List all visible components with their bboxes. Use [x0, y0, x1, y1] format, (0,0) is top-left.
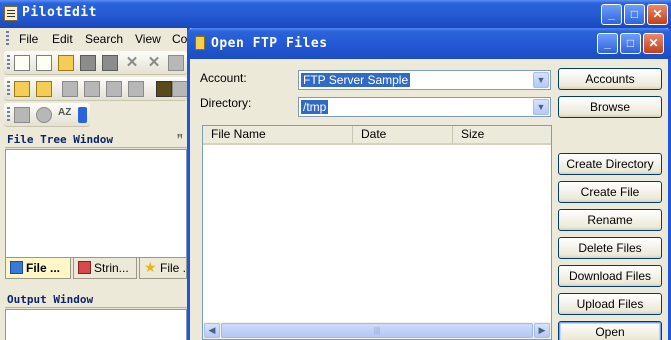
compare-icon[interactable] — [14, 107, 30, 123]
account-label: Account: — [200, 71, 247, 85]
sort-az-icon[interactable]: AZ — [58, 107, 74, 123]
tab-favorite-files[interactable]: ★ File ... — [139, 258, 187, 279]
dialog-title: Open FTP Files — [211, 36, 328, 51]
standard-toolbar: ✕ ✕ — [4, 51, 187, 75]
directory-select[interactable]: /tmp ▼ — [298, 97, 551, 117]
download-files-button[interactable]: Download Files — [558, 265, 662, 287]
favorite-star-icon: ★ — [144, 259, 157, 275]
create-directory-button[interactable]: Create Directory — [558, 153, 662, 175]
horizontal-scrollbar[interactable]: ◀ ||| ▶ — [203, 322, 551, 339]
menu-edit[interactable]: Edit — [52, 32, 73, 46]
ftp-settings-icon[interactable] — [172, 81, 188, 97]
pilotedit-logo-icon — [4, 6, 18, 21]
new-file-icon[interactable] — [36, 55, 52, 71]
tab-label: Strin... — [94, 261, 129, 275]
toolbar-grip-icon[interactable] — [7, 81, 10, 97]
file-tree-title: File Tree Window — [7, 133, 113, 146]
directory-value: /tmp — [301, 100, 329, 114]
settings-gear-icon[interactable] — [36, 107, 52, 123]
menu-view[interactable]: View — [135, 32, 161, 46]
misc-toolbar: AZ — [4, 103, 90, 127]
tab-label: File ... — [26, 261, 61, 275]
account-select[interactable]: FTP Server Sample ▼ — [298, 70, 551, 90]
tab-string-list[interactable]: Strin... — [73, 258, 137, 279]
open-ftp-files-dialog: Open FTP Files _ □ ✕ Account: FTP Server… — [187, 28, 671, 340]
directory-label: Directory: — [200, 96, 252, 110]
scroll-left-icon[interactable]: ◀ — [204, 323, 220, 338]
dialog-title-bar[interactable]: Open FTP Files _ □ ✕ — [187, 28, 671, 59]
menu-co[interactable]: Co — [172, 32, 187, 46]
toolbar-chevron-icon[interactable] — [78, 107, 87, 123]
column-date[interactable]: Date — [353, 126, 453, 143]
ftp-toolbar — [4, 77, 188, 101]
delete-files-button[interactable]: Delete Files — [558, 237, 662, 259]
file-tree-panel[interactable] — [5, 149, 187, 258]
pin-icon[interactable]: ꟸ — [177, 132, 183, 145]
dotted-select-icon[interactable] — [14, 55, 30, 71]
open-file-icon[interactable] — [58, 55, 74, 71]
string-list-icon — [78, 261, 91, 274]
close-icon[interactable]: ✕ — [647, 4, 668, 25]
undo-icon[interactable] — [168, 55, 184, 71]
ftp-upload-icon[interactable] — [106, 81, 122, 97]
close-file-icon[interactable]: ✕ — [124, 55, 140, 71]
menu-file[interactable]: File — [19, 32, 38, 46]
save-all-icon[interactable] — [102, 55, 118, 71]
ftp-dialog-icon — [195, 36, 205, 50]
scroll-thumb[interactable]: ||| — [221, 323, 533, 338]
toolbar-grip-icon[interactable] — [7, 55, 10, 71]
account-value: FTP Server Sample — [301, 73, 411, 87]
upload-files-button[interactable]: Upload Files — [558, 293, 662, 315]
file-tree-panel-header: File Tree Window ꟸ — [5, 130, 187, 148]
chevron-down-icon[interactable]: ▼ — [533, 99, 549, 115]
save-icon[interactable] — [80, 55, 96, 71]
tab-file-tree[interactable]: File ... — [5, 258, 71, 279]
rename-button[interactable]: Rename — [558, 209, 662, 231]
ftp-connect-icon[interactable] — [14, 81, 30, 97]
file-list-header: File Name Date Size — [203, 126, 551, 145]
column-file-name[interactable]: File Name — [203, 126, 353, 143]
app-title-bar[interactable]: PilotEdit _ □ ✕ — [0, 0, 671, 28]
scroll-right-icon[interactable]: ▶ — [534, 323, 550, 338]
file-tree-icon — [10, 261, 23, 274]
dialog-minimize-icon[interactable]: _ — [597, 33, 618, 54]
chevron-down-icon[interactable]: ▼ — [533, 72, 549, 88]
ftp-open-icon[interactable] — [36, 81, 52, 97]
output-title: Output Window — [7, 293, 94, 306]
panel-tab-strip: File ... Strin... ★ File ... — [5, 258, 187, 280]
open-button[interactable]: Open — [558, 321, 662, 340]
accounts-button[interactable]: Accounts — [558, 68, 662, 90]
create-file-button[interactable]: Create File — [558, 181, 662, 203]
ftp-download-icon[interactable] — [128, 81, 144, 97]
output-panel-header: Output Window — [5, 290, 187, 308]
menu-grip-icon[interactable] — [6, 31, 9, 47]
output-panel[interactable] — [5, 309, 187, 340]
ftp-save-icon[interactable] — [62, 81, 78, 97]
browse-button[interactable]: Browse — [558, 96, 662, 118]
dialog-maximize-icon[interactable]: □ — [620, 33, 641, 54]
toolbar-grip-icon[interactable] — [7, 107, 10, 123]
minimize-icon[interactable]: _ — [601, 4, 622, 25]
dialog-close-icon[interactable]: ✕ — [643, 33, 664, 54]
ftp-file-list[interactable]: File Name Date Size ◀ ||| ▶ — [202, 125, 552, 340]
tab-label: File ... — [160, 261, 187, 275]
column-size[interactable]: Size — [453, 126, 551, 143]
maximize-icon[interactable]: □ — [624, 4, 645, 25]
menu-search[interactable]: Search — [85, 32, 123, 46]
ftp-list-icon[interactable] — [84, 81, 100, 97]
app-title: PilotEdit — [22, 5, 97, 20]
close-all-icon[interactable]: ✕ — [146, 55, 162, 71]
ftp-disconnect-icon[interactable] — [156, 81, 172, 97]
menu-bar: File Edit Search View Co — [0, 28, 190, 50]
